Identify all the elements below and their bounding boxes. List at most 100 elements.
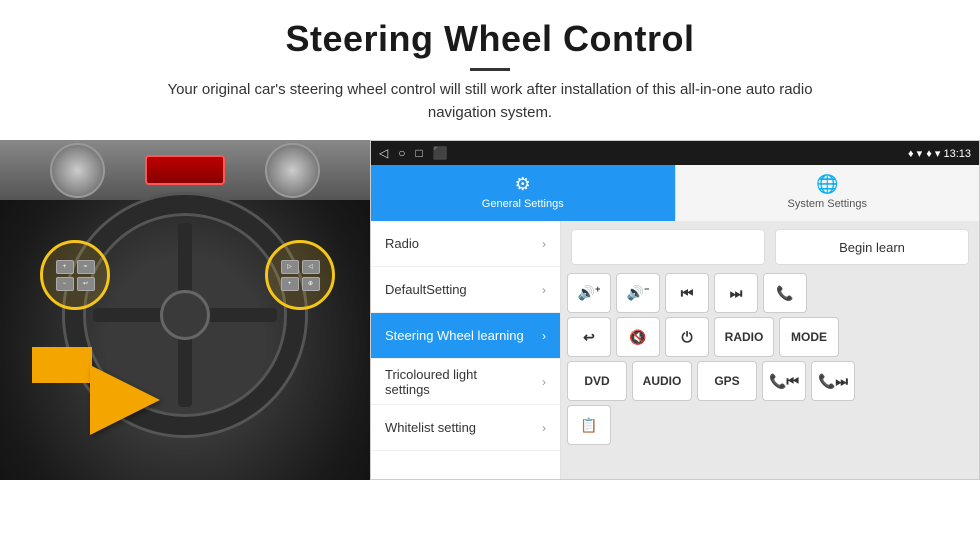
phone-button[interactable]: 📞: [763, 273, 807, 313]
vol-down-button[interactable]: 🔊−: [616, 273, 660, 313]
wheel-btn-r2: ◁: [302, 260, 320, 274]
chevron-tricoloured: ›: [542, 375, 546, 389]
hangup-icon: ↩: [583, 329, 595, 346]
gauge-left: [50, 143, 105, 198]
power-icon: ⏻: [681, 329, 692, 346]
phone-icon: 📞: [776, 285, 793, 302]
mode-label: MODE: [791, 330, 827, 344]
chevron-radio: ›: [542, 237, 546, 251]
wheel-center-hub: [160, 290, 210, 340]
back-icon[interactable]: ◁: [379, 146, 388, 160]
title-divider: [470, 68, 510, 71]
content-section: + ≈ − ↩ ▷ ◁ + ⊕: [0, 140, 980, 549]
menu-whitelist-label: Whitelist setting: [385, 420, 476, 435]
arrow-container: [90, 365, 160, 440]
car-image-area: + ≈ − ↩ ▷ ◁ + ⊕: [0, 140, 370, 480]
wheel-btn-r3: +: [281, 277, 299, 291]
time-display: ♦ ▾ 13:13: [926, 147, 971, 160]
prev-track-button[interactable]: ⏮: [665, 273, 709, 313]
arrow-head: [90, 365, 160, 435]
right-button-group: ▷ ◁ + ⊕: [276, 255, 325, 296]
menu-radio-label: Radio: [385, 236, 419, 251]
arrow-tail: [32, 347, 92, 383]
status-right: ♦ ▾ ♦ ▾ 13:13: [908, 147, 971, 160]
page-title: Steering Wheel Control: [60, 18, 920, 60]
wheel-btn-r1: ▷: [281, 260, 299, 274]
phone-next-button[interactable]: 📞⏭: [811, 361, 855, 401]
menu-item-steering-wheel[interactable]: Steering Wheel learning ›: [371, 313, 560, 359]
radio-label: RADIO: [725, 330, 764, 344]
general-settings-icon: ⚙: [515, 174, 531, 195]
radio-button[interactable]: RADIO: [714, 317, 774, 357]
android-panel: ◁ ○ □ ⬛ ♦ ▾ ♦ ▾ 13:13 ⚙ General Settings…: [370, 140, 980, 480]
dashboard-top: [0, 140, 370, 200]
wheel-btn-r4: ⊕: [302, 277, 320, 291]
phone-next-icon: 📞⏭: [818, 373, 848, 390]
mute-button[interactable]: 🔇: [616, 317, 660, 357]
audio-label: AUDIO: [643, 374, 682, 388]
menu-item-default-setting[interactable]: DefaultSetting ›: [371, 267, 560, 313]
menu-list: Radio › DefaultSetting › Steering Wheel …: [371, 221, 561, 479]
vol-up-button[interactable]: 🔊+: [567, 273, 611, 313]
menu-tricoloured-label: Tricoloured lightsettings: [385, 367, 477, 397]
tab-general-label: General Settings: [482, 198, 564, 210]
audio-button[interactable]: AUDIO: [632, 361, 692, 401]
chevron-steering: ›: [542, 329, 546, 343]
chevron-whitelist: ›: [542, 421, 546, 435]
menu-item-radio[interactable]: Radio ›: [371, 221, 560, 267]
control-row-3: DVD AUDIO GPS 📞⏮ 📞⏭: [567, 361, 973, 401]
steering-background: + ≈ − ↩ ▷ ◁ + ⊕: [0, 140, 370, 480]
tab-bar: ⚙ General Settings 🌐 System Settings: [371, 165, 979, 221]
tab-general-settings[interactable]: ⚙ General Settings: [371, 165, 675, 221]
chevron-default: ›: [542, 283, 546, 297]
subtitle-text: Your original car's steering wheel contr…: [140, 79, 840, 124]
gps-label: GPS: [714, 374, 739, 388]
status-bar: ◁ ○ □ ⬛ ♦ ▾ ♦ ▾ 13:13: [371, 141, 979, 165]
menu-default-label: DefaultSetting: [385, 282, 467, 297]
prev-track-icon: ⏮: [681, 285, 694, 302]
control-row-1: 🔊+ 🔊− ⏮ ⏭ 📞: [567, 273, 973, 313]
hangup-button[interactable]: ↩: [567, 317, 611, 357]
vol-up-icon: 🔊+: [578, 284, 601, 302]
list-icon: 📋: [580, 417, 597, 434]
next-track-icon: ⏭: [730, 285, 743, 302]
phone-prev-icon: 📞⏮: [769, 373, 799, 390]
content-area: Radio › DefaultSetting › Steering Wheel …: [371, 221, 979, 479]
menu-item-whitelist[interactable]: Whitelist setting ›: [371, 405, 560, 451]
mode-button[interactable]: MODE: [779, 317, 839, 357]
control-row-2: ↩ 🔇 ⏻ RADIO MODE: [567, 317, 973, 357]
top-row: Begin learn: [567, 225, 973, 269]
mute-icon: 🔇: [629, 329, 646, 346]
dvd-button[interactable]: DVD: [567, 361, 627, 401]
gauge-right: [265, 143, 320, 198]
next-track-button[interactable]: ⏭: [714, 273, 758, 313]
tab-system-settings[interactable]: 🌐 System Settings: [675, 165, 980, 221]
begin-learn-button[interactable]: Begin learn: [775, 229, 969, 265]
wheel-btn-plus: +: [56, 260, 74, 274]
yellow-circle-left: + ≈ − ↩: [40, 240, 110, 310]
power-button[interactable]: ⏻: [665, 317, 709, 357]
left-button-group: + ≈ − ↩: [51, 255, 100, 296]
list-button[interactable]: 📋: [567, 405, 611, 445]
recents-icon[interactable]: □: [415, 146, 422, 160]
header-section: Steering Wheel Control Your original car…: [0, 0, 980, 134]
menu-steering-label: Steering Wheel learning: [385, 328, 524, 343]
tab-system-label: System Settings: [788, 198, 867, 210]
phone-prev-button[interactable]: 📞⏮: [762, 361, 806, 401]
empty-input-box: [571, 229, 765, 265]
panel-content: Begin learn 🔊+ 🔊− ⏮: [561, 221, 979, 479]
home-icon[interactable]: ○: [398, 146, 405, 160]
menu-item-tricoloured[interactable]: Tricoloured lightsettings ›: [371, 359, 560, 405]
control-row-4: 📋: [567, 405, 973, 445]
wheel-btn-phone: ↩: [77, 277, 95, 291]
wheel-btn-minus: −: [56, 277, 74, 291]
gps-button[interactable]: GPS: [697, 361, 757, 401]
vol-down-icon: 🔊−: [627, 284, 650, 302]
nav-icons: ◁ ○ □ ⬛: [379, 146, 448, 160]
wheel-btn-mode: ≈: [77, 260, 95, 274]
yellow-circle-right: ▷ ◁ + ⊕: [265, 240, 335, 310]
menu-icon[interactable]: ⬛: [433, 146, 448, 160]
system-settings-icon: 🌐: [816, 174, 838, 195]
dvd-label: DVD: [584, 374, 609, 388]
page-wrapper: Steering Wheel Control Your original car…: [0, 0, 980, 549]
